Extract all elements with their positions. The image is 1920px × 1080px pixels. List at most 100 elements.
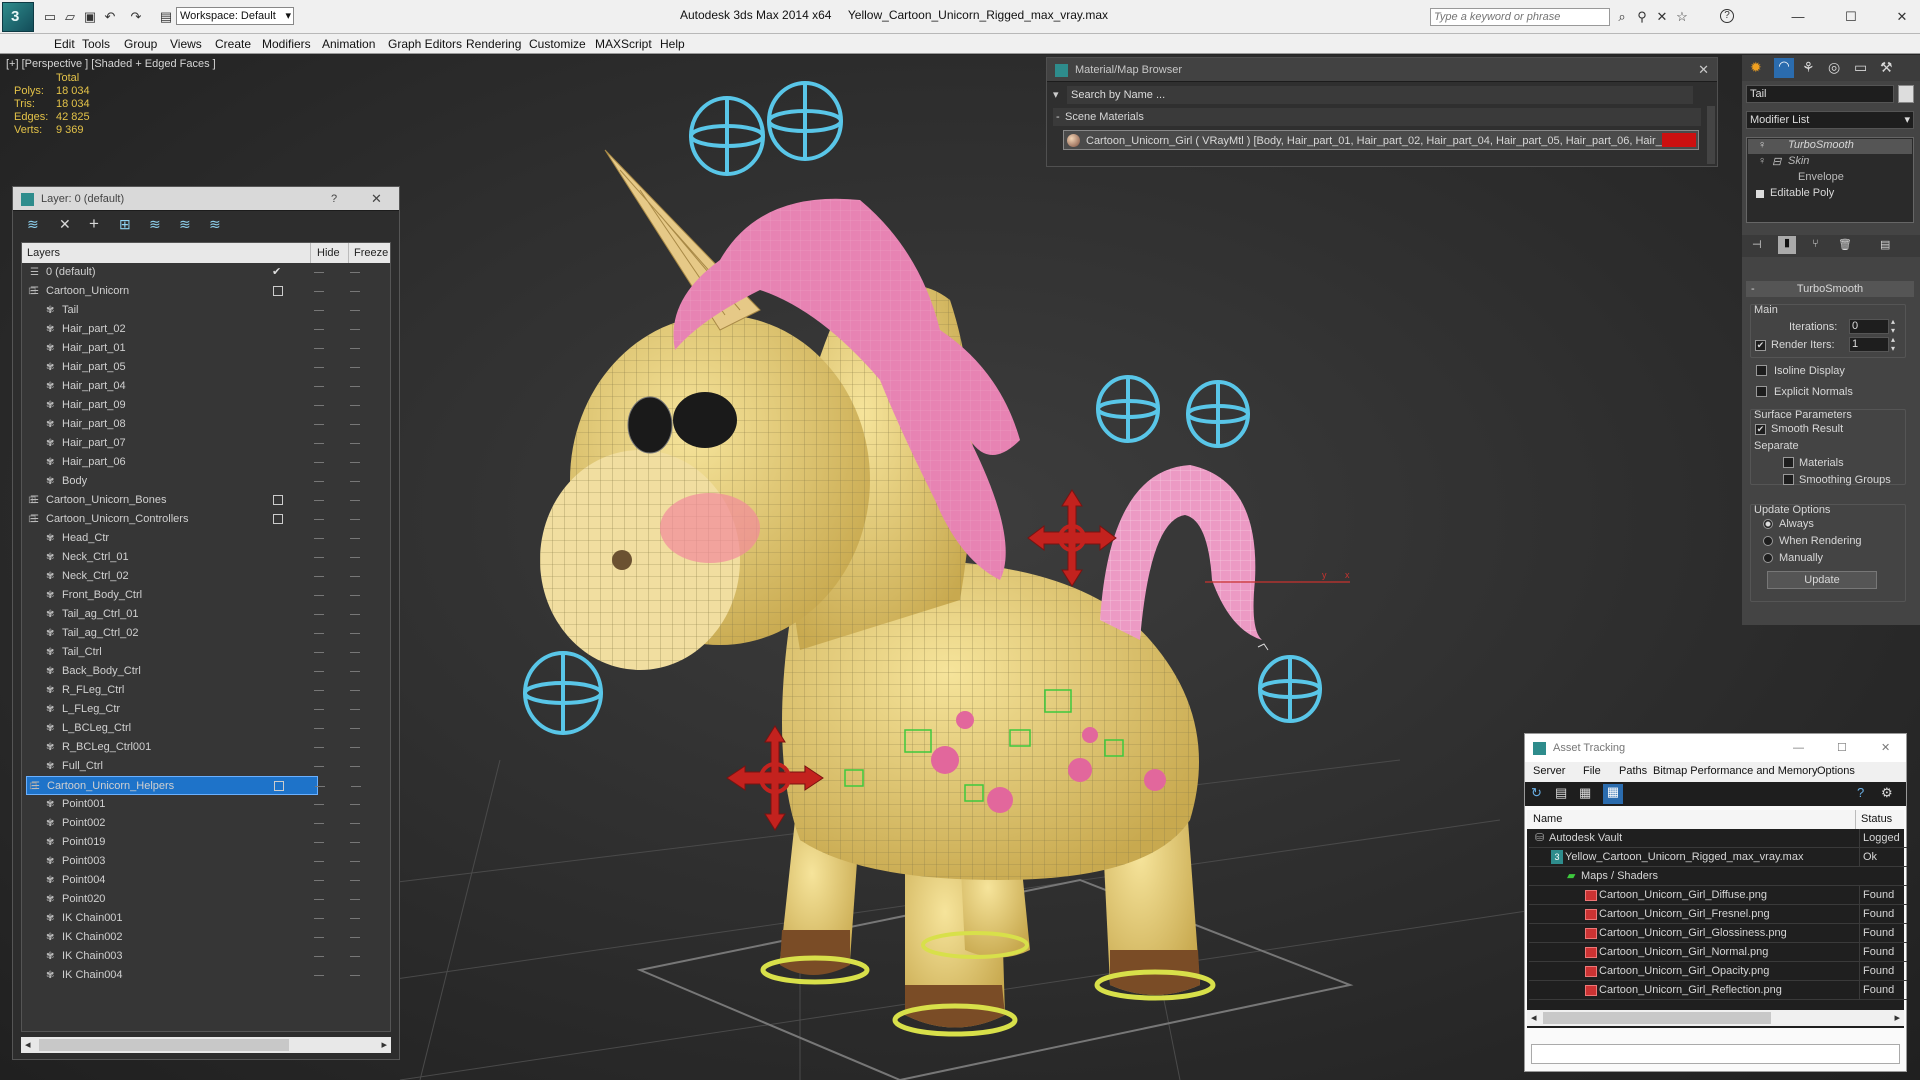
- hide-toggle[interactable]: [314, 348, 324, 349]
- table-view-icon[interactable]: ▦: [1603, 784, 1623, 804]
- exchange-icon[interactable]: ✕: [1654, 9, 1670, 25]
- layer-row[interactable]: ✾ Neck_Ctrl_01: [26, 548, 360, 567]
- hide-toggle[interactable]: [314, 538, 324, 539]
- object-name-field[interactable]: Tail: [1746, 85, 1894, 103]
- help-icon[interactable]: ?: [331, 187, 337, 211]
- layer-create-icon[interactable]: ≋: [27, 216, 39, 233]
- hide-toggle[interactable]: [314, 557, 324, 558]
- scroll-left-icon[interactable]: ◂: [25, 1038, 31, 1051]
- scroll-right-icon[interactable]: ▸: [381, 1038, 387, 1051]
- hide-toggle[interactable]: [314, 367, 324, 368]
- freeze-toggle[interactable]: [350, 462, 360, 463]
- refresh-icon[interactable]: ↻: [1531, 785, 1542, 801]
- layer-row[interactable]: ✾ Point020: [26, 890, 360, 909]
- freeze-toggle[interactable]: [350, 937, 360, 938]
- undo-icon[interactable]: ↶: [102, 9, 118, 25]
- hide-toggle[interactable]: [314, 918, 324, 919]
- close-icon[interactable]: ✕: [1698, 58, 1709, 82]
- hide-toggle[interactable]: [314, 272, 324, 273]
- minimize-icon[interactable]: —: [1793, 734, 1804, 762]
- freeze-toggle[interactable]: [350, 557, 360, 558]
- close-icon[interactable]: ✕: [1881, 734, 1890, 762]
- freeze-toggle[interactable]: [350, 272, 360, 273]
- hide-toggle[interactable]: [314, 975, 324, 976]
- scrollbar[interactable]: [1707, 106, 1715, 164]
- close-icon[interactable]: ✕: [1894, 9, 1910, 25]
- freeze-toggle[interactable]: [350, 918, 360, 919]
- maximize-icon[interactable]: ☐: [1843, 9, 1859, 25]
- asset-menu-bitmap[interactable]: Bitmap Performance and Memory: [1653, 765, 1817, 777]
- manually-radio[interactable]: [1763, 553, 1773, 563]
- hide-toggle[interactable]: [314, 500, 324, 501]
- freeze-toggle[interactable]: [350, 538, 360, 539]
- hide-toggle[interactable]: [314, 937, 324, 938]
- layer-row[interactable]: ✾ Point001: [26, 795, 360, 814]
- new-file-icon[interactable]: ▭: [42, 9, 58, 25]
- create-tab-icon[interactable]: ✹: [1750, 59, 1762, 76]
- layer-row[interactable]: ⊟ ☰ Cartoon_Unicorn: [26, 282, 360, 301]
- when-rendering-radio[interactable]: [1763, 536, 1773, 546]
- asset-row[interactable]: Cartoon_Unicorn_Girl_Opacity.png Found: [1529, 962, 1907, 981]
- render-iters-spinner[interactable]: 1: [1849, 337, 1889, 352]
- asset-menu-options[interactable]: Options: [1817, 765, 1855, 777]
- layer-row[interactable]: ✾ Hair_part_04: [26, 377, 360, 396]
- freeze-toggle[interactable]: [350, 519, 360, 520]
- freeze-toggle[interactable]: [350, 861, 360, 862]
- scroll-thumb[interactable]: [39, 1039, 289, 1051]
- isoline-display-checkbox[interactable]: [1756, 365, 1767, 376]
- layer-row[interactable]: ✾ L_BCLeg_Ctrl: [26, 719, 360, 738]
- menu-graph-editors[interactable]: Graph Editors: [388, 37, 462, 51]
- render-iters-checkbox[interactable]: ✔: [1755, 340, 1766, 351]
- update-button[interactable]: Update: [1767, 571, 1877, 589]
- hide-toggle[interactable]: [315, 786, 325, 787]
- smoothing-groups-checkbox[interactable]: [1783, 474, 1794, 485]
- layer-row[interactable]: ✾ R_BCLeg_Ctrl001: [26, 738, 360, 757]
- layer-row[interactable]: ☰ 0 (default) ✔: [26, 263, 360, 282]
- freeze-toggle[interactable]: [350, 405, 360, 406]
- freeze-toggle[interactable]: [350, 481, 360, 482]
- make-unique-icon[interactable]: ⑂: [1812, 238, 1819, 250]
- scroll-left-icon[interactable]: ◂: [1531, 1011, 1537, 1024]
- freeze-toggle[interactable]: [350, 652, 360, 653]
- menu-help[interactable]: Help: [660, 37, 685, 51]
- turbosmooth-rollout-header[interactable]: - TurboSmooth: [1746, 281, 1914, 297]
- freeze-toggle[interactable]: [350, 348, 360, 349]
- layer-row[interactable]: ✾ Tail_ag_Ctrl_02: [26, 624, 360, 643]
- hierarchy-tab-icon[interactable]: ⚘: [1802, 59, 1815, 76]
- freeze-all-icon[interactable]: ≋: [209, 216, 221, 233]
- col-hide[interactable]: Hide: [310, 243, 340, 263]
- freeze-toggle[interactable]: [350, 899, 360, 900]
- layer-row[interactable]: ✾ Tail_Ctrl: [26, 643, 360, 662]
- hide-toggle[interactable]: [314, 519, 324, 520]
- freeze-toggle[interactable]: [350, 576, 360, 577]
- add-icon[interactable]: +: [89, 214, 99, 234]
- layer-row[interactable]: ✾ Hair_part_08: [26, 415, 360, 434]
- hide-toggle[interactable]: [314, 804, 324, 805]
- hide-toggle[interactable]: [314, 386, 324, 387]
- asset-menu-file[interactable]: File: [1583, 765, 1601, 777]
- hide-toggle[interactable]: [314, 652, 324, 653]
- app-logo[interactable]: 3: [2, 2, 34, 32]
- layer-row[interactable]: ⊟ ☰ Cartoon_Unicorn_Controllers: [26, 510, 360, 529]
- hide-toggle[interactable]: [314, 747, 324, 748]
- hide-toggle[interactable]: [314, 405, 324, 406]
- freeze-toggle[interactable]: [350, 842, 360, 843]
- freeze-toggle[interactable]: [350, 367, 360, 368]
- freeze-toggle[interactable]: [350, 709, 360, 710]
- freeze-toggle[interactable]: [350, 747, 360, 748]
- menu-create[interactable]: Create: [215, 37, 251, 51]
- smooth-result-checkbox[interactable]: ✔: [1755, 424, 1766, 435]
- hide-toggle[interactable]: [314, 671, 324, 672]
- help-icon[interactable]: ?: [1720, 9, 1734, 23]
- horizontal-scrollbar[interactable]: ◂ ▸: [1527, 1010, 1904, 1026]
- layer-row[interactable]: ⊞ ☰ Cartoon_Unicorn_Bones: [26, 491, 360, 510]
- freeze-toggle[interactable]: [350, 823, 360, 824]
- freeze-toggle[interactable]: [350, 690, 360, 691]
- freeze-toggle[interactable]: [350, 766, 360, 767]
- asset-row[interactable]: 3 Yellow_Cartoon_Unicorn_Rigged_max_vray.…: [1529, 848, 1907, 867]
- layer-row[interactable]: ✾ Front_Body_Ctrl: [26, 586, 360, 605]
- menu-edit[interactable]: Edit: [54, 37, 75, 51]
- hide-toggle[interactable]: [314, 443, 324, 444]
- layer-row[interactable]: ✾ Back_Body_Ctrl: [26, 662, 360, 681]
- set-current-checkbox[interactable]: [274, 781, 284, 791]
